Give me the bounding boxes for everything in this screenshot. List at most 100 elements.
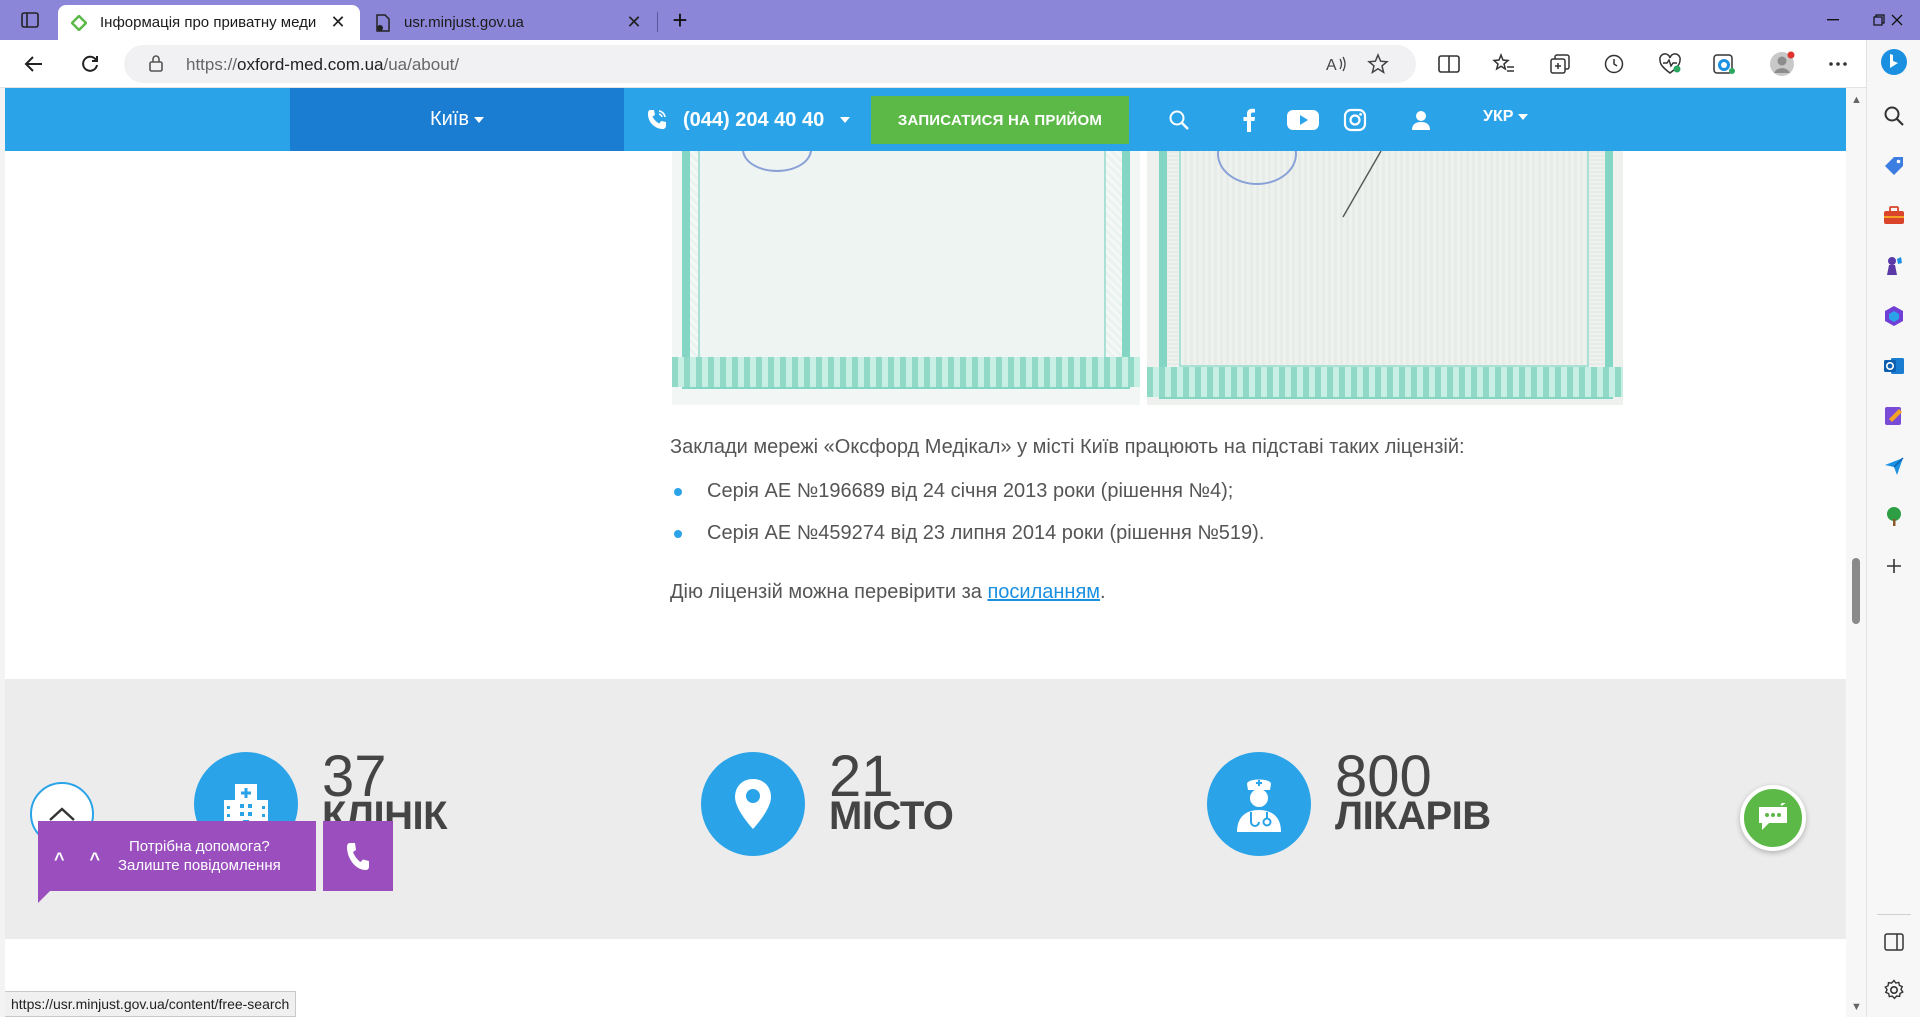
language-label: УКР [1483, 108, 1514, 125]
bullet-icon [674, 488, 682, 496]
license-item-text: Серія АЕ №459274 від 23 липня 2014 роки … [707, 522, 1265, 544]
scroll-up-arrow-icon[interactable]: ▲ [1851, 94, 1862, 106]
minimize-icon [1827, 19, 1839, 21]
call-button[interactable] [323, 821, 393, 891]
city-selector[interactable]: Київ [290, 88, 624, 151]
tab-close-icon[interactable]: ✕ [328, 12, 348, 33]
language-selector[interactable]: УКР [1483, 108, 1529, 126]
phone-icon [347, 843, 369, 870]
copilot-icon[interactable] [1878, 46, 1910, 78]
microsoft-365-icon[interactable] [1880, 302, 1908, 330]
svg-text:A: A [1326, 57, 1337, 74]
lock-icon[interactable] [148, 54, 164, 77]
scrollbar-thumb[interactable] [1852, 558, 1860, 624]
help-bubble-tail [38, 891, 50, 903]
refresh-button[interactable] [74, 48, 106, 80]
tab-actions-button[interactable] [14, 8, 46, 32]
license-check-prefix: Дію ліцензій можна перевірити за [670, 581, 988, 603]
url-host: oxford-med.com.ua [237, 55, 384, 74]
sidebar-divider [1877, 914, 1911, 915]
instagram-icon[interactable] [1339, 104, 1371, 136]
add-sidebar-app-icon[interactable] [1880, 552, 1908, 580]
close-window-button[interactable] [1874, 0, 1920, 40]
tab-actions-icon [21, 12, 39, 28]
chat-button[interactable] [1740, 785, 1806, 851]
send-icon[interactable] [1880, 452, 1908, 480]
minimize-button[interactable] [1810, 0, 1856, 40]
oxford-med-favicon-icon [70, 14, 88, 32]
history-icon[interactable] [1600, 50, 1628, 78]
tab-close-icon[interactable]: ✕ [624, 12, 644, 33]
help-message-widget[interactable]: ^ ^ Потрібна допомога? Залиште повідомле… [38, 821, 316, 891]
help-line-2: Залиште повідомлення [118, 857, 281, 874]
phone-icon [648, 110, 666, 129]
hide-sidebar-icon[interactable] [1880, 928, 1908, 956]
url-path: /ua/about/ [383, 55, 460, 74]
back-button[interactable] [18, 48, 50, 80]
chat-bubble-icon [1759, 803, 1787, 830]
address-bar[interactable]: https://oxford-med.com.ua/ua/about/ A [124, 45, 1416, 83]
tree-icon[interactable] [1880, 502, 1908, 530]
chevron-down-icon [1518, 113, 1529, 120]
search-icon[interactable] [1163, 104, 1195, 136]
doctor-icon [1207, 752, 1311, 856]
license-certificate-image-1 [672, 151, 1140, 405]
help-face-icon: ^ ^ [54, 849, 111, 869]
license-item-text: Серія АЕ №196689 від 24 січня 2013 роки … [707, 480, 1234, 502]
license-list: Серія АЕ №196689 від 24 січня 2013 роки … [670, 480, 1264, 564]
tab-minjust[interactable]: usr.minjust.gov.ua ✕ [362, 5, 656, 40]
license-check-suffix: . [1100, 581, 1106, 603]
page-icon [374, 13, 392, 32]
list-item: Серія АЕ №196689 від 24 січня 2013 роки … [670, 480, 1264, 522]
read-aloud-icon[interactable]: A [1322, 53, 1350, 75]
tab-title: usr.minjust.gov.ua [404, 14, 524, 31]
back-arrow-icon [24, 56, 42, 72]
location-pin-icon [701, 752, 805, 856]
stat-label: ЛІКАРІВ [1335, 794, 1491, 838]
profile-avatar[interactable] [1768, 50, 1796, 78]
search-icon[interactable] [1880, 102, 1908, 130]
split-screen-icon[interactable] [1435, 50, 1463, 78]
help-line-1: Потрібна допомога? [128, 838, 270, 855]
games-icon[interactable] [1880, 252, 1908, 280]
list-item: Серія АЕ №459274 від 23 липня 2014 роки … [670, 522, 1264, 564]
favorites-icon[interactable] [1490, 50, 1518, 78]
designer-icon[interactable] [1880, 402, 1908, 430]
page-scrollbar[interactable]: ▲ ▼ [1846, 88, 1866, 1017]
user-account-icon[interactable] [1405, 104, 1437, 136]
edge-extension-icon[interactable] [1710, 50, 1738, 78]
outlook-icon[interactable] [1880, 352, 1908, 380]
site-header: Київ (044) 204 40 40 ЗАПИСАТИСЯ НА ПРИЙО… [5, 88, 1846, 151]
scroll-down-arrow-icon[interactable]: ▼ [1851, 1001, 1862, 1013]
license-certificate-image-2 [1147, 151, 1623, 405]
more-menu-icon[interactable] [1824, 50, 1852, 78]
signature-line [1342, 151, 1382, 218]
collections-icon[interactable] [1546, 50, 1574, 78]
phone-selector[interactable]: (044) 204 40 40 [645, 104, 851, 136]
tools-briefcase-icon[interactable] [1880, 202, 1908, 230]
license-intro-text: Заклади мережі «Оксфорд Медікал» у місті… [670, 436, 1465, 458]
url-text: https://oxford-med.com.ua/ua/about/ [186, 55, 459, 75]
stats-section: 37 КЛІНІК 21 МІСТО 800 ЛІКАРІВ [5, 679, 1846, 939]
chevron-down-icon [840, 117, 851, 123]
edge-sidebar [1866, 40, 1920, 1017]
tab-oxford-med[interactable]: Інформація про приватну меди ✕ [58, 5, 360, 40]
status-bar-url: https://usr.minjust.gov.ua/content/free-… [5, 991, 297, 1017]
chevron-up-icon [49, 807, 75, 821]
license-check-link[interactable]: посиланням [987, 581, 1100, 603]
license-check-text: Дію ліцензій можна перевірити за посилан… [670, 581, 1106, 604]
refresh-icon [82, 55, 98, 72]
stat-label: МІСТО [829, 794, 954, 838]
book-appointment-button[interactable]: ЗАПИСАТИСЯ НА ПРИЙОМ [871, 96, 1129, 144]
certificate-ornament [672, 357, 1140, 387]
shopping-tag-icon[interactable] [1880, 152, 1908, 180]
certificate-ornament [1147, 367, 1623, 397]
settings-gear-icon[interactable] [1880, 976, 1908, 1004]
performance-icon[interactable] [1656, 50, 1684, 78]
certificate-inner-frame [698, 151, 1106, 359]
youtube-icon[interactable] [1285, 104, 1321, 136]
new-tab-button[interactable]: + [666, 5, 694, 35]
favorite-star-icon[interactable] [1364, 53, 1392, 75]
facebook-icon[interactable] [1233, 104, 1265, 136]
chevron-down-icon [474, 116, 484, 123]
